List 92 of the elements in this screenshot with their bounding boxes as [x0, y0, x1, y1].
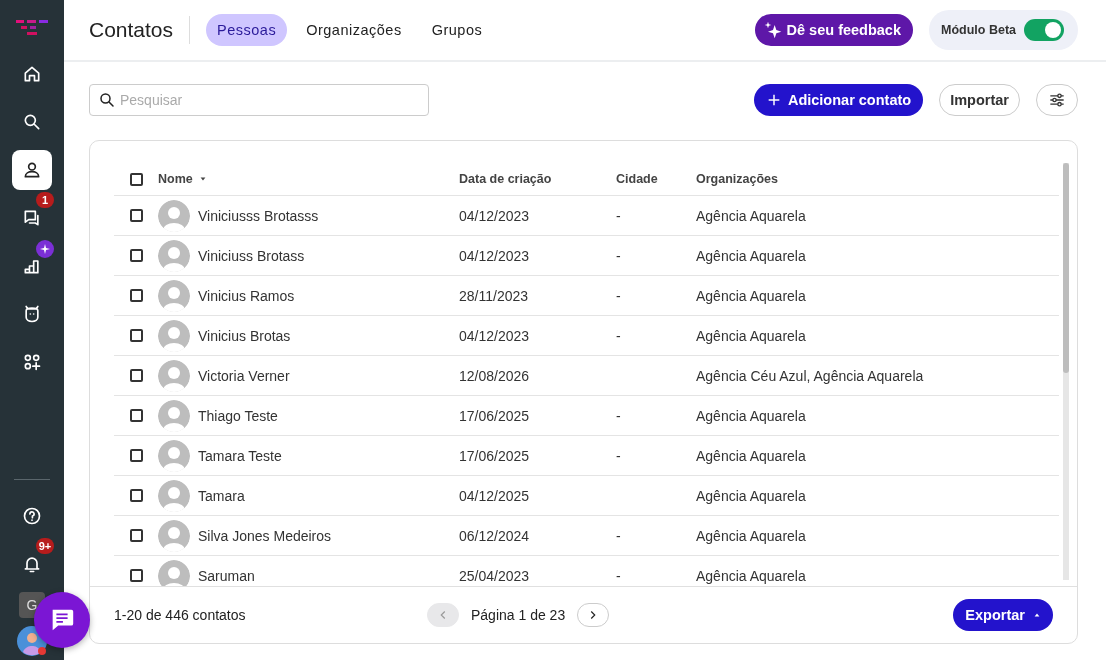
feedback-button[interactable]: Dê seu feedback — [754, 14, 913, 46]
contact-name: Victoria Verner — [198, 367, 290, 384]
column-header: Nome — [158, 172, 193, 186]
home-icon — [22, 64, 42, 84]
checkbox[interactable] — [130, 329, 143, 342]
table-cell: Agência Aquarela — [696, 207, 806, 224]
person-icon — [22, 160, 42, 180]
checkbox[interactable] — [130, 249, 143, 262]
chat-icon — [22, 208, 42, 228]
table-cell: - — [616, 567, 621, 584]
table-cell: - — [616, 407, 621, 424]
table-cell: 06/12/2024 — [459, 527, 530, 544]
contact-name: Tamara Teste — [198, 447, 282, 464]
checkbox[interactable] — [130, 289, 143, 302]
contact-name: Thiago Teste — [198, 407, 278, 424]
nav-button[interactable] — [12, 150, 52, 190]
contact-name: Vinicius Brotas — [198, 327, 291, 344]
avatar-icon — [158, 279, 190, 312]
table-cell: - — [616, 527, 621, 544]
table-cell: - — [616, 247, 621, 264]
table-cell: 04/12/2025 — [459, 487, 530, 504]
table-cell: - — [616, 327, 621, 344]
search-field[interactable]: Pesquisar — [89, 84, 429, 116]
table-cell: 04/12/2023 — [459, 207, 530, 224]
table-cell: Agência Aquarela — [696, 527, 806, 544]
import-button[interactable]: Importar — [939, 84, 1020, 116]
tab[interactable]: Grupos — [420, 14, 494, 46]
caret-icon — [1033, 611, 1041, 619]
search-icon — [22, 112, 42, 132]
page-indicator: Página 1 de 23 — [471, 607, 566, 623]
table-cell: 17/06/2025 — [459, 407, 530, 424]
avatar-icon — [158, 359, 190, 392]
table-cell: 28/11/2023 — [459, 287, 529, 304]
table-cell: 17/06/2025 — [459, 447, 530, 464]
table-cell: Agência Aquarela — [696, 327, 806, 344]
table-cell: - — [616, 447, 621, 464]
toggle-switch[interactable] — [1024, 19, 1064, 41]
table-cell: Agência Aquarela — [696, 447, 806, 464]
checkbox[interactable] — [130, 449, 143, 462]
search-icon — [98, 91, 116, 109]
table-cell: Agência Aquarela — [696, 287, 806, 304]
contact-name: Viniciusss Brotasss — [198, 207, 319, 224]
table-cell: Agência Aquarela — [696, 407, 806, 424]
checkbox[interactable] — [130, 172, 143, 186]
contact-name: Vinicius Ramos — [198, 287, 295, 304]
table-cell: - — [616, 207, 621, 224]
table-cell: Agência Céu Azul, Agência Aquarela — [696, 367, 924, 384]
tab[interactable]: Organizações — [295, 14, 413, 46]
checkbox[interactable] — [130, 569, 143, 582]
checkbox[interactable] — [130, 489, 143, 502]
column-header: Cidade — [616, 172, 658, 186]
apps-icon — [22, 352, 42, 372]
avatar-icon — [158, 239, 190, 272]
checkbox[interactable] — [130, 409, 143, 422]
beta-label: Módulo Beta — [941, 23, 1016, 37]
avatar-icon — [158, 439, 190, 472]
page-title: Contatos — [89, 16, 191, 44]
column-header: Data de criação — [459, 172, 552, 186]
logo-icon — [15, 18, 49, 38]
contact-name: Silva Jones Medeiros — [198, 527, 332, 544]
checkbox[interactable] — [130, 209, 143, 222]
table-cell: Agência Aquarela — [696, 487, 806, 504]
contact-name: Viniciuss Brotass — [198, 247, 305, 264]
add-contact-button[interactable]: Adicionar contato — [753, 84, 924, 116]
avatar-icon — [158, 319, 190, 352]
avatar-icon — [158, 559, 190, 586]
table-cell: 04/12/2023 — [459, 247, 530, 264]
notification-badge: 9+ — [36, 538, 54, 554]
sort-caret-icon — [198, 175, 207, 183]
tab[interactable]: Pessoas — [206, 14, 288, 46]
help-icon — [22, 506, 42, 526]
table-cell: 12/08/2026 — [459, 367, 530, 384]
column-header: Organizações — [696, 172, 778, 186]
contact-name: Saruman — [198, 567, 255, 584]
avatar-icon — [158, 199, 190, 232]
avatar-icon — [158, 479, 190, 512]
filter-button[interactable] — [1036, 84, 1078, 116]
notification-badge: 1 — [36, 192, 54, 208]
table-cell: 04/12/2023 — [459, 327, 530, 344]
bell-icon — [22, 554, 42, 574]
table-cell: 25/04/2023 — [459, 567, 530, 584]
checkbox[interactable] — [130, 369, 143, 382]
table-cell: Agência Aquarela — [696, 567, 806, 584]
contact-name: Tamara — [198, 487, 245, 504]
contact-count: 1-20 de 446 contatos — [114, 607, 246, 623]
avatar-icon — [158, 519, 190, 552]
checkbox[interactable] — [130, 529, 143, 542]
export-button[interactable]: Exportar — [953, 599, 1053, 631]
table-cell: - — [616, 287, 621, 304]
table-cell: Agência Aquarela — [696, 247, 806, 264]
avatar-icon — [158, 399, 190, 432]
robot-icon — [22, 304, 42, 324]
